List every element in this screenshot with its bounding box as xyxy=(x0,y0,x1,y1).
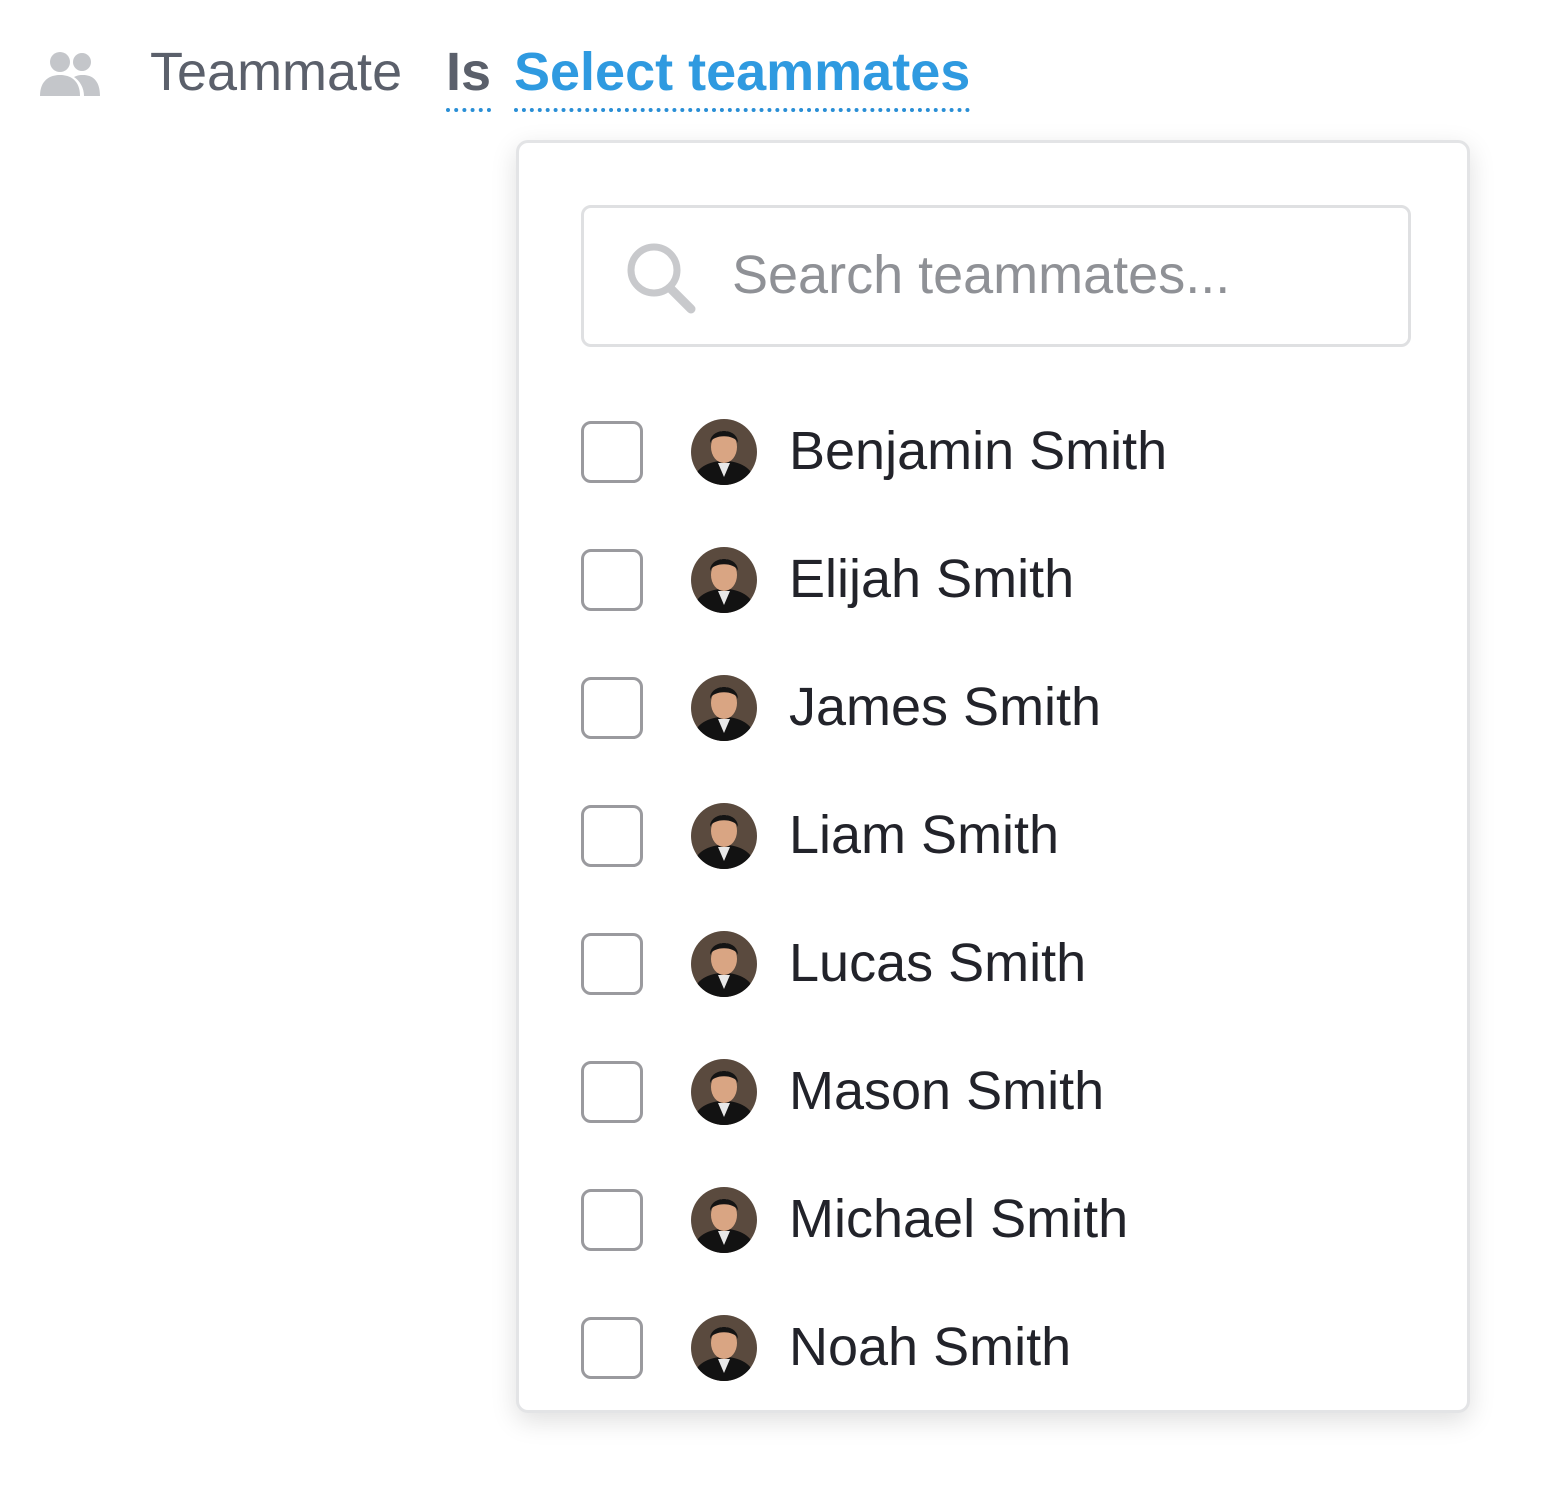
list-item[interactable]: Benjamin Smith xyxy=(581,413,1441,541)
list-item[interactable]: Noah Smith xyxy=(581,1309,1441,1437)
search-icon xyxy=(627,243,696,314)
checkbox[interactable] xyxy=(581,421,643,483)
avatar xyxy=(691,1187,757,1253)
member-name: Elijah Smith xyxy=(789,549,1075,609)
avatar xyxy=(691,803,757,869)
avatar xyxy=(691,547,757,613)
teammate-list: Benjamin Smith Elijah Smith James Smith … xyxy=(581,413,1441,1437)
list-item[interactable]: James Smith xyxy=(581,669,1441,797)
list-item[interactable]: Liam Smith xyxy=(581,797,1441,925)
list-item[interactable]: Lucas Smith xyxy=(581,925,1441,1053)
search-box[interactable] xyxy=(581,205,1411,347)
avatar xyxy=(691,419,757,485)
checkbox[interactable] xyxy=(581,1317,643,1379)
filter-row: Teammate Is Select teammates xyxy=(0,0,1548,130)
avatar xyxy=(691,1059,757,1125)
list-item[interactable]: Mason Smith xyxy=(581,1053,1441,1181)
avatar xyxy=(691,675,757,741)
filter-operator-dropdown[interactable]: Is xyxy=(446,40,492,112)
checkbox[interactable] xyxy=(581,933,643,995)
member-name: James Smith xyxy=(789,677,1102,737)
people-icon xyxy=(40,52,100,96)
avatar xyxy=(691,1315,757,1381)
filter-value-dropdown[interactable]: Select teammates xyxy=(514,40,971,112)
member-name: Noah Smith xyxy=(789,1317,1072,1377)
member-name: Liam Smith xyxy=(789,805,1060,865)
checkbox[interactable] xyxy=(581,1061,643,1123)
member-name: Michael Smith xyxy=(789,1189,1129,1249)
list-item[interactable]: Michael Smith xyxy=(581,1181,1441,1309)
checkbox[interactable] xyxy=(581,549,643,611)
search-input[interactable] xyxy=(732,230,1372,320)
checkbox[interactable] xyxy=(581,805,643,867)
teammate-dropdown: Benjamin Smith Elijah Smith James Smith … xyxy=(516,140,1470,1413)
member-name: Mason Smith xyxy=(789,1061,1105,1121)
list-item[interactable]: Elijah Smith xyxy=(581,541,1441,669)
filter-attribute-label: Teammate xyxy=(150,42,403,102)
checkbox[interactable] xyxy=(581,1189,643,1251)
member-name: Lucas Smith xyxy=(789,933,1087,993)
checkbox[interactable] xyxy=(581,677,643,739)
avatar xyxy=(691,931,757,997)
member-name: Benjamin Smith xyxy=(789,421,1168,481)
